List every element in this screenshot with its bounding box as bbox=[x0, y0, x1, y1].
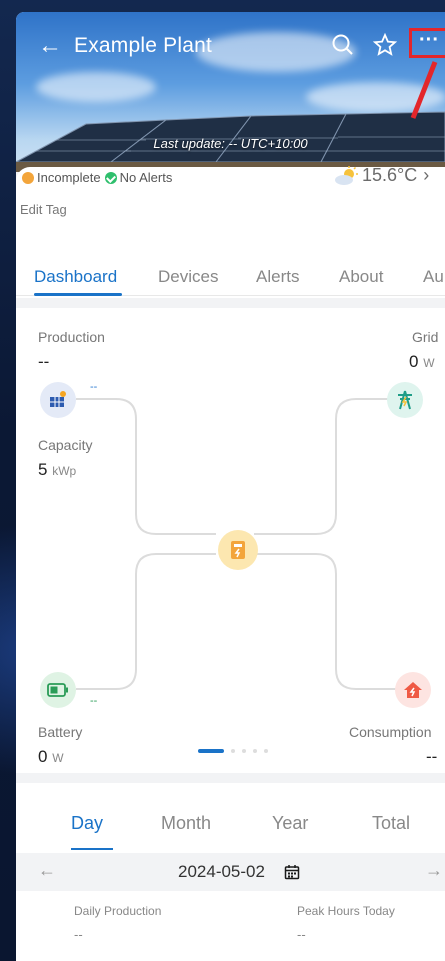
battery-icon bbox=[47, 683, 68, 697]
plant-card: Incomplete No Alerts 15.6°C › Edit Tag D… bbox=[16, 165, 445, 961]
page-title: Example Plant bbox=[74, 34, 213, 57]
peak-hours-value: -- bbox=[297, 927, 306, 942]
daily-production-label: Daily Production bbox=[74, 904, 162, 918]
app-screen: ← Example Plant ··· Last update: -- UTC+… bbox=[16, 12, 445, 961]
incomplete-status-icon bbox=[22, 171, 34, 184]
divider bbox=[16, 773, 445, 783]
production-value: -- bbox=[38, 352, 50, 371]
active-tab-indicator bbox=[34, 293, 122, 296]
tab-about[interactable]: About bbox=[339, 267, 383, 287]
consumption-node[interactable] bbox=[395, 672, 431, 708]
star-icon[interactable] bbox=[372, 32, 398, 58]
consumption-value: -- bbox=[426, 747, 438, 766]
highlight-pointer-arrow bbox=[410, 61, 438, 119]
temperature-value: 15.6°C bbox=[362, 165, 418, 185]
capacity-value: 5 kWp bbox=[38, 460, 77, 479]
battery-mini-value: -- bbox=[90, 695, 98, 707]
more-options-button[interactable]: ··· bbox=[409, 28, 445, 58]
status-alerts: No Alerts bbox=[119, 170, 173, 185]
battery-value: 0 W bbox=[38, 747, 64, 766]
divider bbox=[16, 298, 445, 308]
calendar-icon[interactable] bbox=[284, 864, 300, 880]
check-icon bbox=[104, 171, 117, 184]
production-mini-value: -- bbox=[90, 381, 98, 393]
tab-devices[interactable]: Devices bbox=[158, 267, 218, 287]
production-label: Production bbox=[38, 329, 105, 345]
period-tab-month[interactable]: Month bbox=[161, 813, 211, 834]
next-date-arrow-icon[interactable]: → bbox=[425, 860, 443, 881]
chevron-right-icon: › bbox=[423, 165, 430, 185]
partly-cloudy-icon bbox=[335, 165, 358, 185]
status-incomplete: Incomplete bbox=[37, 170, 101, 185]
period-tab-day[interactable]: Day bbox=[71, 813, 103, 834]
tab-dashboard[interactable]: Dashboard bbox=[34, 267, 117, 287]
solar-node[interactable] bbox=[40, 382, 76, 418]
period-tab-indicator bbox=[71, 848, 113, 850]
grid-value: 0 W bbox=[409, 352, 435, 371]
consumption-label: Consumption bbox=[349, 724, 432, 740]
inverter-node[interactable] bbox=[218, 530, 258, 570]
inverter-icon bbox=[231, 541, 245, 559]
home-power-icon bbox=[404, 682, 422, 698]
peak-hours-label: Peak Hours Today bbox=[297, 904, 395, 918]
tab-overflow[interactable]: Au bbox=[423, 267, 444, 287]
page-indicator bbox=[198, 749, 268, 753]
daily-production-value: -- bbox=[74, 927, 83, 942]
period-tab-year[interactable]: Year bbox=[272, 813, 308, 834]
prev-date-arrow-icon[interactable]: ← bbox=[38, 860, 56, 881]
grid-node[interactable] bbox=[387, 382, 423, 418]
status-row: Incomplete No Alerts bbox=[22, 170, 172, 185]
date-selector: ← 2024-05-02 → bbox=[16, 853, 445, 891]
weather-widget[interactable]: 15.6°C › bbox=[334, 165, 429, 186]
power-tower-icon bbox=[398, 390, 412, 410]
battery-node[interactable] bbox=[40, 672, 76, 708]
tab-bar: Dashboard Devices Alerts About Au bbox=[16, 255, 445, 296]
capacity-label: Capacity bbox=[38, 437, 93, 453]
last-update-text: Last update: -- UTC+10:00 bbox=[153, 136, 308, 151]
grid-label: Grid bbox=[412, 329, 439, 345]
top-bar: ← Example Plant ··· bbox=[16, 28, 445, 66]
edit-tag-link[interactable]: Edit Tag bbox=[20, 202, 67, 217]
back-arrow-icon[interactable]: ← bbox=[38, 32, 62, 60]
selected-date[interactable]: 2024-05-02 bbox=[178, 862, 265, 882]
search-icon[interactable] bbox=[330, 32, 356, 58]
solar-panel-icon bbox=[50, 391, 66, 407]
period-tab-total[interactable]: Total bbox=[372, 813, 410, 834]
tab-alerts[interactable]: Alerts bbox=[256, 267, 299, 287]
battery-label: Battery bbox=[38, 724, 83, 740]
